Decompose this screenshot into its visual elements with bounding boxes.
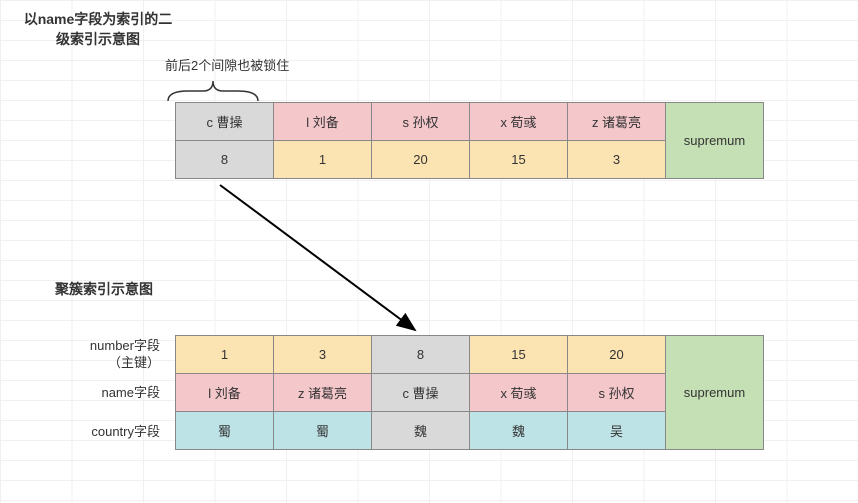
sec-name-4: z 诸葛亮 <box>568 103 666 141</box>
secondary-index-table: c 曹操 l 刘备 s 孙权 x 荀彧 z 诸葛亮 supremum 8 1 2… <box>175 102 764 179</box>
clustered-index-table: 1 3 8 15 20 supremum l 刘备 z 诸葛亮 c 曹操 x 荀… <box>175 335 764 450</box>
clu-country-2: 魏 <box>372 412 470 450</box>
clu-country-1: 蜀 <box>274 412 372 450</box>
secondary-names-row: c 曹操 l 刘备 s 孙权 x 荀彧 z 诸葛亮 supremum <box>176 103 764 141</box>
sec-name-1: l 刘备 <box>274 103 372 141</box>
clu-country-0: 蜀 <box>176 412 274 450</box>
clu-country-4: 吴 <box>568 412 666 450</box>
clu-num-3: 15 <box>470 336 568 374</box>
curly-brace-icon <box>163 73 263 103</box>
sec-num-2: 20 <box>372 141 470 179</box>
clu-num-0: 1 <box>176 336 274 374</box>
clustered-numbers-row: 1 3 8 15 20 supremum <box>176 336 764 374</box>
sec-num-1: 1 <box>274 141 372 179</box>
sec-name-0: c 曹操 <box>176 103 274 141</box>
clu-name-2: c 曹操 <box>372 374 470 412</box>
sec-name-2: s 孙权 <box>372 103 470 141</box>
sec-num-4: 3 <box>568 141 666 179</box>
clu-name-1: z 诸葛亮 <box>274 374 372 412</box>
secondary-index-title: 以name字段为索引的二级索引示意图 <box>18 10 178 49</box>
sec-num-0: 8 <box>176 141 274 179</box>
clu-name-3: x 荀彧 <box>470 374 568 412</box>
clu-num-1: 3 <box>274 336 372 374</box>
clu-num-4: 20 <box>568 336 666 374</box>
number-field-label: number字段（主键） <box>60 338 160 372</box>
sec-name-3: x 荀彧 <box>470 103 568 141</box>
country-field-label: country字段 <box>60 424 160 441</box>
arrow-icon <box>215 180 435 340</box>
clu-country-3: 魏 <box>470 412 568 450</box>
bracket-note-label: 前后2个间隙也被锁住 <box>165 55 289 74</box>
sec-num-3: 15 <box>470 141 568 179</box>
clu-supremum: supremum <box>666 336 764 450</box>
sec-supremum: supremum <box>666 103 764 179</box>
clu-num-2: 8 <box>372 336 470 374</box>
clu-name-0: l 刘备 <box>176 374 274 412</box>
clustered-index-title: 聚簇索引示意图 <box>55 280 153 300</box>
name-field-label: name字段 <box>60 385 160 402</box>
clu-name-4: s 孙权 <box>568 374 666 412</box>
